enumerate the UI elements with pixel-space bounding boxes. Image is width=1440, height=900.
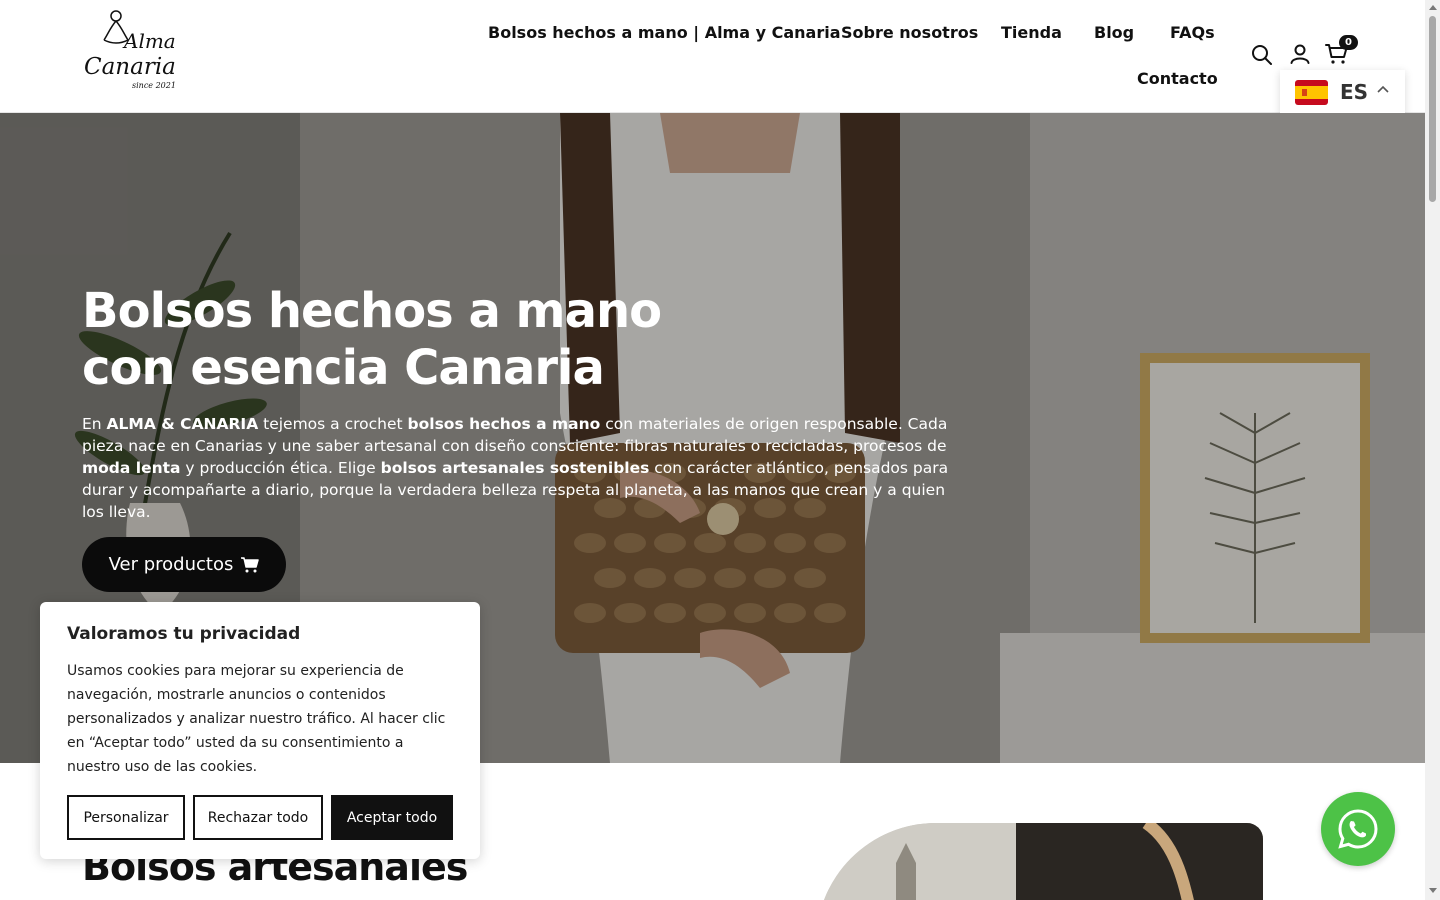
logo-text-since: since 2021 [132, 81, 176, 90]
hero-title-line2: con esencia Canaria [82, 340, 605, 396]
feature-photo [816, 823, 1263, 900]
hero-text-bold: bolsos artesanales sostenibles [380, 459, 650, 477]
user-icon[interactable] [1288, 42, 1312, 66]
customize-button[interactable]: Personalizar [67, 795, 185, 840]
page-scrollbar[interactable] [1425, 0, 1440, 900]
nav-item-home[interactable]: Bolsos hechos a mano | Alma y Canaria [488, 23, 841, 42]
hero-description: En ALMA & CANARIA tejemos a crochet bols… [82, 413, 952, 523]
accept-all-button[interactable]: Aceptar todo [331, 795, 453, 840]
hero-text-part: En [82, 415, 107, 433]
language-code: ES [1340, 80, 1369, 104]
cookie-title: Valoramos tu privacidad [67, 624, 301, 644]
brand-logo[interactable]: Alma Canaria since 2021 [82, 8, 178, 92]
feature-image [816, 823, 1263, 900]
scroll-down-arrow[interactable] [1429, 888, 1437, 893]
hero-text-bold: moda lenta [82, 459, 181, 477]
nav-item-blog[interactable]: Blog [1094, 23, 1134, 42]
chevron-up-icon [1377, 85, 1389, 93]
whatsapp-icon [1338, 809, 1378, 849]
scrollbar-thumb[interactable] [1429, 16, 1436, 202]
hero-text-part: tejemos a crochet [258, 415, 408, 433]
spain-flag-icon [1295, 80, 1328, 105]
nav-item-shop[interactable]: Tienda [1001, 23, 1062, 42]
view-products-label: Ver productos [108, 554, 234, 575]
cookie-description: Usamos cookies para mejorar su experienc… [67, 663, 446, 775]
scroll-up-arrow[interactable] [1429, 5, 1437, 10]
cookie-consent-banner: Valoramos tu privacidad Usamos cookies p… [40, 602, 480, 859]
view-products-button[interactable]: Ver productos [82, 537, 286, 592]
nav-item-contact[interactable]: Contacto [1137, 69, 1218, 88]
hero-text-part: y producción ética. Elige [180, 459, 381, 477]
nav-item-about[interactable]: Sobre nosotros [841, 23, 978, 42]
whatsapp-button[interactable] [1321, 792, 1395, 866]
hero-title-line1: Bolsos hechos a mano [82, 283, 662, 339]
cart-count-badge: 0 [1339, 35, 1358, 50]
nav-item-faqs[interactable]: FAQs [1170, 23, 1215, 42]
hero-text-bold: ALMA & CANARIA [106, 415, 259, 433]
logo-text-alma: Alma [122, 29, 176, 53]
hero-text-bold: bolsos hechos a mano [407, 415, 601, 433]
hero-title: Bolsos hechos a mano con esencia Canaria [82, 283, 702, 397]
language-switcher[interactable]: ES [1280, 70, 1405, 115]
cart-icon [241, 556, 260, 572]
search-icon[interactable] [1250, 43, 1274, 67]
logo-text-canaria: Canaria [84, 54, 176, 80]
reject-all-button[interactable]: Rechazar todo [193, 795, 323, 840]
site-header: Alma Canaria since 2021 Bolsos hechos a … [0, 0, 1425, 113]
